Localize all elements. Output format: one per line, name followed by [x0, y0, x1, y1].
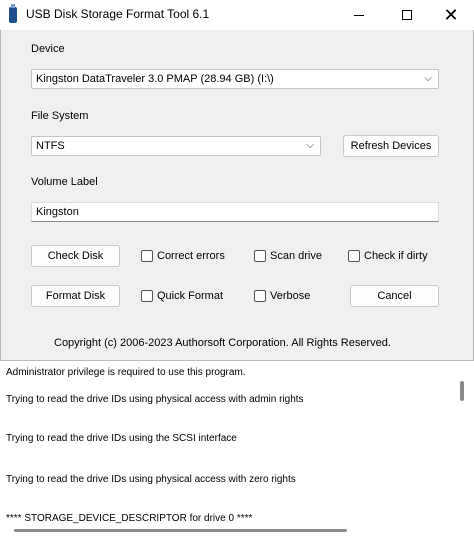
- close-icon: ✕: [443, 4, 459, 25]
- device-select[interactable]: Kingston DataTraveler 3.0 PMAP (28.94 GB…: [31, 69, 439, 89]
- checkbox-icon: [141, 250, 153, 262]
- file-system-label: File System: [31, 110, 89, 122]
- log-output[interactable]: Administrator privilege is required to u…: [0, 360, 474, 540]
- horizontal-scrollbar[interactable]: [14, 529, 347, 532]
- volume-label-value: Kingston: [36, 206, 79, 218]
- log-line: Administrator privilege is required to u…: [6, 367, 246, 378]
- checkbox-icon: [254, 250, 266, 262]
- check-if-dirty-label: Check if dirty: [364, 250, 428, 262]
- file-system-select-value: NTFS: [36, 140, 65, 152]
- close-button[interactable]: ✕: [428, 0, 474, 30]
- minimize-button[interactable]: [336, 0, 382, 30]
- checkbox-icon: [141, 290, 153, 302]
- title-bar: USB Disk Storage Format Tool 6.1 ✕: [0, 0, 474, 30]
- check-if-dirty-checkbox[interactable]: Check if dirty: [348, 250, 428, 262]
- format-disk-button[interactable]: Format Disk: [31, 285, 120, 307]
- quick-format-label: Quick Format: [157, 290, 224, 302]
- log-line: Trying to read the drive IDs using physi…: [6, 394, 304, 405]
- scan-drive-label: Scan drive: [270, 250, 322, 262]
- device-select-value: Kingston DataTraveler 3.0 PMAP (28.94 GB…: [36, 73, 274, 85]
- chevron-down-icon: ⌵: [306, 140, 314, 151]
- maximize-button[interactable]: [384, 0, 430, 30]
- volume-label-input[interactable]: Kingston: [31, 202, 439, 222]
- device-label: Device: [31, 43, 65, 55]
- volume-label-label: Volume Label: [31, 176, 98, 188]
- check-disk-button[interactable]: Check Disk: [31, 245, 120, 267]
- correct-errors-checkbox[interactable]: Correct errors: [141, 250, 225, 262]
- verbose-label: Verbose: [270, 290, 311, 302]
- maximize-icon: [402, 10, 412, 20]
- window-border-left: [0, 30, 1, 360]
- chevron-down-icon: ⌵: [424, 73, 432, 84]
- vertical-scrollbar[interactable]: [460, 381, 464, 401]
- window-title: USB Disk Storage Format Tool 6.1: [26, 7, 210, 21]
- minimize-icon: [354, 14, 364, 16]
- cancel-button[interactable]: Cancel: [350, 285, 439, 307]
- checkbox-icon: [348, 250, 360, 262]
- quick-format-checkbox[interactable]: Quick Format: [141, 290, 223, 302]
- correct-errors-label: Correct errors: [157, 250, 225, 262]
- log-line: Trying to read the drive IDs using physi…: [6, 474, 296, 485]
- file-system-select[interactable]: NTFS ⌵: [31, 136, 321, 156]
- usb-drive-icon: [9, 4, 17, 23]
- refresh-devices-button[interactable]: Refresh Devices: [343, 135, 439, 157]
- checkbox-icon: [254, 290, 266, 302]
- log-line: **** STORAGE_DEVICE_DESCRIPTOR for drive…: [6, 513, 253, 524]
- log-line: Trying to read the drive IDs using the S…: [6, 433, 237, 444]
- scan-drive-checkbox[interactable]: Scan drive: [254, 250, 322, 262]
- verbose-checkbox[interactable]: Verbose: [254, 290, 310, 302]
- copyright-text: Copyright (c) 2006-2023 Authorsoft Corpo…: [54, 337, 391, 349]
